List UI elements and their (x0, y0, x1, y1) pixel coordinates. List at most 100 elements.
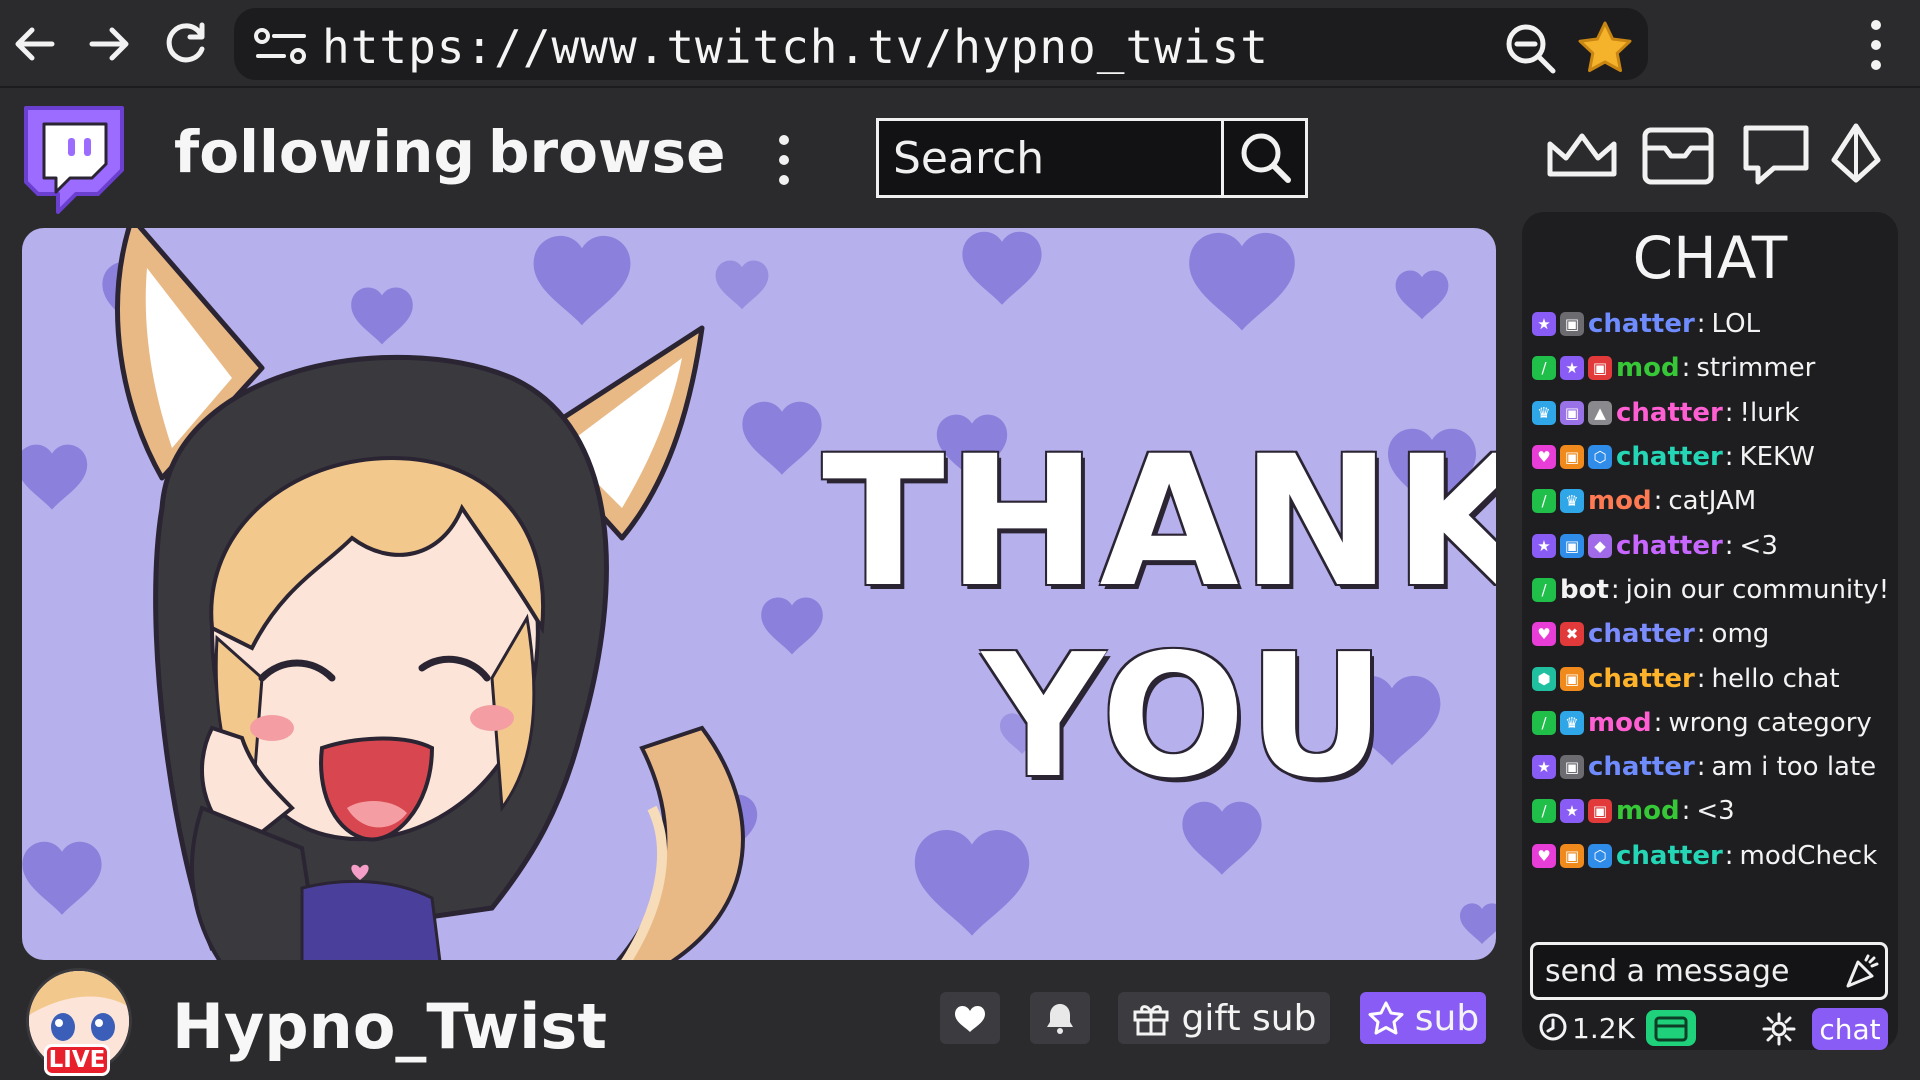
chat-username[interactable]: chatter (1616, 841, 1723, 871)
chat-message[interactable]: ★ ▣ chatter: LOL (1532, 302, 1892, 346)
chat-message[interactable]: / ♛ mod: catJAM (1532, 479, 1892, 523)
search-input[interactable] (879, 121, 1224, 195)
chat-username[interactable]: bot (1560, 575, 1609, 605)
chat-message[interactable]: ⬢ ▣ chatter: hello chat (1532, 656, 1892, 700)
chat-separator: : (1610, 574, 1620, 605)
purple-star-badge-icon[interactable]: ★ (1532, 533, 1556, 558)
chat-message-input[interactable] (1530, 942, 1888, 1000)
crown-icon[interactable] (1544, 122, 1620, 188)
chat-message-text: <3 (1739, 530, 1778, 561)
gift-icon (1133, 1005, 1169, 1036)
purple-gem-badge-icon[interactable]: ◆ (1588, 533, 1612, 558)
twitch-logo-icon[interactable] (18, 102, 130, 214)
teal-hex-badge-icon[interactable]: ⬢ (1532, 666, 1556, 691)
orange-gift-badge-icon[interactable]: ▣ (1560, 666, 1584, 691)
chat-username[interactable]: chatter (1616, 531, 1723, 561)
gray-gift-badge-icon[interactable]: ▣ (1560, 755, 1584, 780)
settings-gear-icon[interactable] (1762, 1012, 1796, 1046)
chat-username[interactable]: chatter (1616, 398, 1723, 428)
chat-username[interactable]: mod (1588, 486, 1652, 516)
notification-bell-button[interactable] (1030, 992, 1090, 1044)
blue-crown-badge-icon[interactable]: ♛ (1532, 400, 1556, 425)
whisper-icon[interactable] (1738, 122, 1814, 188)
chat-username[interactable]: chatter (1616, 442, 1723, 472)
gray-gift-badge-icon[interactable]: ▣ (1560, 312, 1584, 337)
chat-username[interactable]: mod (1616, 796, 1680, 826)
chat-message-text: <3 (1696, 796, 1735, 827)
stream-player[interactable]: THANK YOU (22, 228, 1496, 960)
chat-message[interactable]: ♛ ▣ ▲ chatter: !lurk (1532, 391, 1892, 435)
blue-crown-badge-icon[interactable]: ♛ (1560, 489, 1584, 514)
nav-following[interactable]: following (174, 118, 475, 186)
purple-star-badge-icon[interactable]: ★ (1560, 356, 1584, 381)
chat-username[interactable]: chatter (1588, 619, 1695, 649)
chat-username[interactable]: mod (1616, 353, 1680, 383)
chat-message[interactable]: / ♛ mod: wrong category (1532, 701, 1892, 745)
green-sword-badge-icon[interactable]: / (1532, 710, 1556, 735)
pink-heart-badge-icon[interactable]: ♥ (1532, 445, 1556, 470)
chat-message[interactable]: / ★ ▣ mod: <3 (1532, 789, 1892, 833)
purple-star-badge-icon[interactable]: ★ (1560, 799, 1584, 824)
subscribe-button[interactable]: sub (1360, 992, 1486, 1044)
chat-message-list[interactable]: ★ ▣ chatter: LOL / ★ ▣ mod: strimmer ♛ ▣ ▲ chatter:!… (1532, 302, 1892, 878)
inbox-icon[interactable] (1640, 122, 1716, 188)
bookmark-star-icon[interactable] (1576, 20, 1634, 76)
streamer-name[interactable]: Hypno_Twist (172, 990, 607, 1063)
green-sword-badge-icon[interactable]: / (1532, 489, 1556, 514)
pink-heart-badge-icon[interactable]: ♥ (1532, 843, 1556, 868)
kebab-menu-icon[interactable] (1864, 18, 1888, 72)
bell-icon (1047, 1004, 1073, 1034)
blue-crown-badge-icon[interactable]: ♛ (1560, 710, 1584, 735)
gray-badge-badge-icon[interactable]: ▲ (1588, 400, 1612, 425)
green-sword-badge-icon[interactable]: / (1532, 799, 1556, 824)
blue-hex-badge-icon[interactable]: ⬡ (1588, 843, 1612, 868)
chat-username[interactable]: chatter (1588, 309, 1695, 339)
site-settings-icon[interactable] (254, 26, 310, 66)
zoom-out-icon[interactable] (1504, 22, 1558, 76)
purple-star-badge-icon[interactable]: ★ (1532, 755, 1556, 780)
url-text[interactable]: https://www.twitch.tv/hypno_twist (322, 20, 1269, 74)
follow-heart-button[interactable] (940, 992, 1000, 1044)
chat-message-text: am i too late (1711, 752, 1877, 783)
chat-message-text: LOL (1711, 309, 1761, 340)
blue-hex-badge-icon[interactable]: ⬡ (1588, 445, 1612, 470)
chat-separator: : (1724, 530, 1734, 561)
search-icon[interactable] (1227, 121, 1305, 195)
chat-separator: : (1696, 752, 1706, 783)
channel-points-button[interactable] (1646, 1010, 1696, 1046)
purple-star-badge-icon[interactable]: ★ (1532, 312, 1556, 337)
chat-username[interactable]: chatter (1588, 664, 1695, 694)
chat-message[interactable]: ★ ▣ ◆ chatter: <3 (1532, 523, 1892, 567)
more-menu-icon[interactable] (772, 130, 796, 190)
forward-arrow-icon[interactable] (86, 22, 134, 66)
back-arrow-icon[interactable] (10, 22, 58, 66)
nav-browse[interactable]: browse (488, 118, 725, 186)
chat-username[interactable]: chatter (1588, 752, 1695, 782)
green-sword-badge-icon[interactable]: / (1532, 577, 1556, 602)
chat-username[interactable]: mod (1588, 708, 1652, 738)
chat-message[interactable]: ★ ▣ chatter: am i too late (1532, 745, 1892, 789)
chat-separator: : (1696, 309, 1706, 340)
red-gift-badge-icon[interactable]: ▣ (1588, 356, 1612, 381)
chat-message[interactable]: ♥ ▣ ⬡ chatter: KEKW (1532, 435, 1892, 479)
party-popper-icon[interactable] (1844, 954, 1880, 990)
gift-sub-button[interactable]: gift sub (1118, 992, 1330, 1044)
chat-separator: : (1696, 619, 1706, 650)
chat-message[interactable]: / ★ ▣ mod: strimmer (1532, 346, 1892, 390)
chat-message[interactable]: / bot: join our community! (1532, 568, 1892, 612)
chat-message[interactable]: ♥ ▣ ⬡ chatter: modCheck (1532, 834, 1892, 878)
address-bar[interactable]: https://www.twitch.tv/hypno_twist (234, 8, 1648, 80)
blue-gift-badge-icon[interactable]: ▣ (1560, 533, 1584, 558)
red-x-badge-icon[interactable]: ✖ (1560, 622, 1584, 647)
purple-gift-badge-icon[interactable]: ▣ (1560, 400, 1584, 425)
green-sword-badge-icon[interactable]: / (1532, 356, 1556, 381)
reload-icon[interactable] (162, 22, 210, 66)
chat-message-text: KEKW (1739, 442, 1815, 473)
orange-gift-badge-icon[interactable]: ▣ (1560, 445, 1584, 470)
chat-message[interactable]: ♥ ✖ chatter: omg (1532, 612, 1892, 656)
red-gift-badge-icon[interactable]: ▣ (1588, 799, 1612, 824)
chat-send-button[interactable]: chat (1812, 1008, 1888, 1050)
bits-icon[interactable] (1826, 122, 1886, 188)
orange-gift-badge-icon[interactable]: ▣ (1560, 843, 1584, 868)
pink-heart-badge-icon[interactable]: ♥ (1532, 622, 1556, 647)
